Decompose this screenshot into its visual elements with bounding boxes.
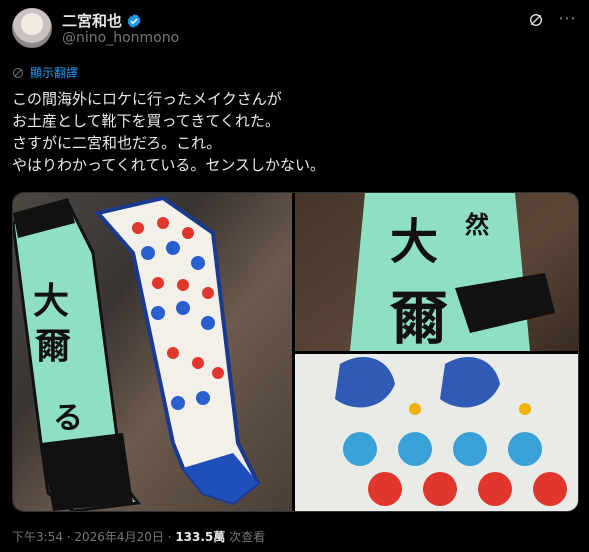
views-count: 133.5萬 — [175, 530, 226, 544]
more-icon[interactable]: ⋯ — [558, 8, 577, 29]
views-label: 次查看 — [229, 530, 266, 544]
svg-text:然: 然 — [465, 210, 489, 239]
photo-pattern-sock-closeup[interactable] — [295, 354, 578, 511]
photo-socks-pair[interactable]: 大 爾 る — [13, 193, 292, 511]
globe-icon — [13, 67, 23, 78]
tweet-text: この間海外にロケに行ったメイクさんが お土産として靴下を買ってきてくれた。 さす… — [12, 90, 326, 174]
author-display-name[interactable]: 二宮和也 — [62, 10, 122, 31]
svg-text:爾: 爾 — [35, 325, 71, 367]
grok-icon[interactable] — [528, 12, 544, 28]
photo-mint-sock-closeup[interactable]: 大 爾 然 — [295, 193, 578, 351]
timestamp[interactable]: 下午3:54 · 2026年4月20日 — [12, 530, 164, 544]
svg-text:大: 大 — [33, 280, 69, 322]
author-name-row[interactable]: 二宮和也 — [62, 10, 142, 31]
translate-label[interactable]: 顯示翻譯 — [30, 64, 78, 81]
svg-text:大: 大 — [390, 214, 438, 270]
media-gallery: 大 爾 る 大 爾 然 — [12, 192, 579, 512]
author-handle[interactable]: @nino_honmono — [62, 30, 179, 46]
svg-text:る: る — [53, 401, 83, 436]
avatar[interactable] — [12, 8, 52, 48]
tweet-meta: 下午3:54 · 2026年4月20日 · 133.5萬 次查看 — [12, 528, 265, 545]
svg-text:爾: 爾 — [389, 284, 448, 351]
translate-link[interactable]: 顯示翻譯 — [12, 64, 78, 81]
verified-badge-icon — [127, 13, 141, 28]
